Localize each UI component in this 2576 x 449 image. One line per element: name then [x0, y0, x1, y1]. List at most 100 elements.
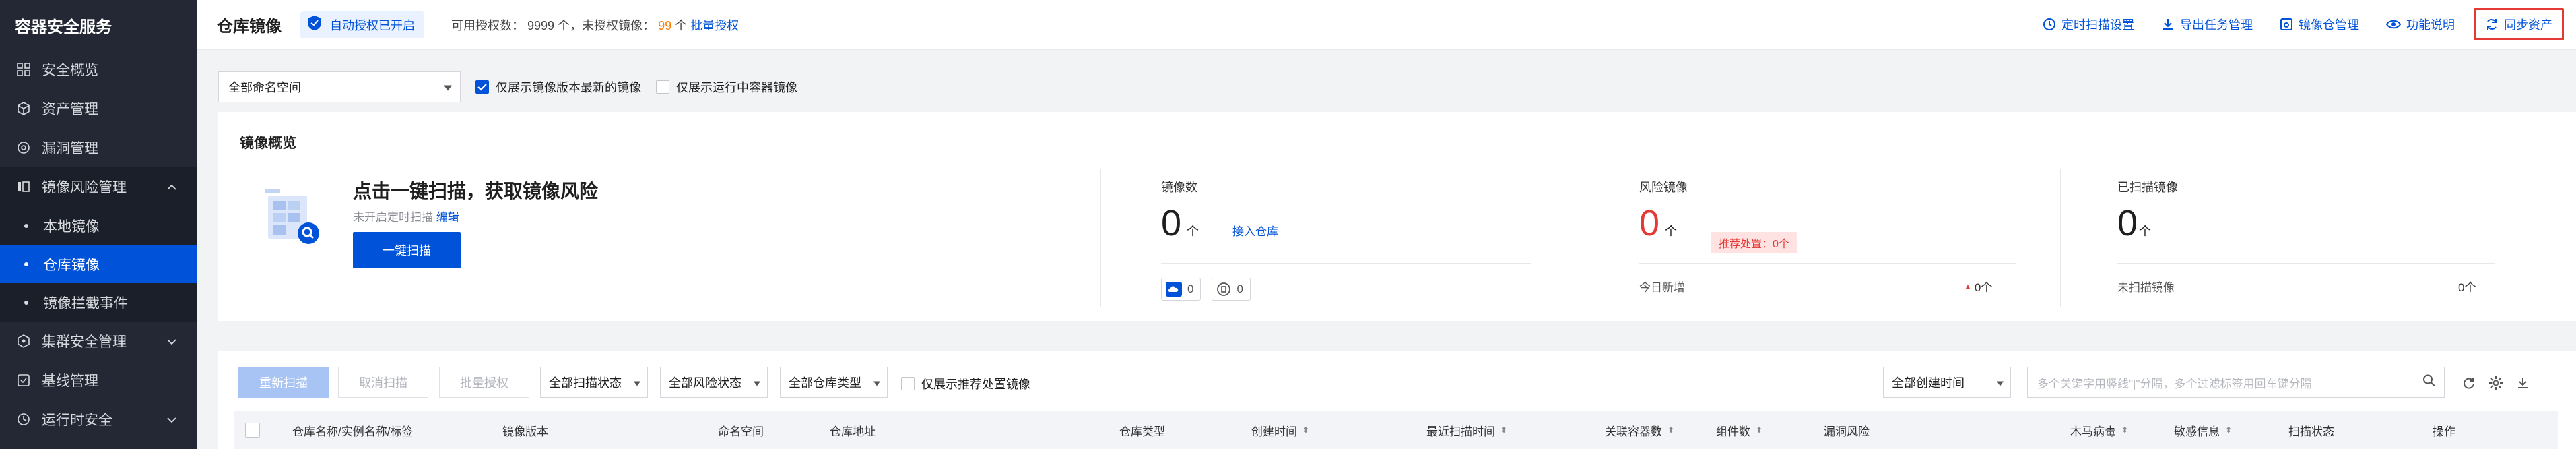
sidebar-item-label: 集群安全管理	[42, 334, 127, 350]
sync-icon	[2485, 18, 2499, 31]
caret-down-icon	[444, 80, 452, 94]
stat-unit: 个	[1187, 224, 1199, 238]
repo-chip: 0	[1161, 278, 1201, 301]
search-input[interactable]: 多个关键字用竖线"|"分隔，多个过滤标签用回车键分隔	[2027, 367, 2445, 398]
checkbox-unchecked-icon	[656, 80, 669, 94]
quota-value: 9999 个	[527, 18, 570, 32]
sidebar-subitem-intercept-events[interactable]: 镜像拦截事件	[0, 283, 197, 322]
download-icon	[2161, 18, 2175, 31]
settings-gear-icon[interactable]	[2488, 375, 2504, 391]
action-label: 导出任务管理	[2180, 18, 2253, 32]
edit-schedule-link[interactable]: 编辑	[436, 211, 459, 224]
feature-help-button[interactable]: 功能说明	[2386, 8, 2455, 40]
divider	[2060, 169, 2061, 307]
column-header-sortable[interactable]: 最近扫描时间 ⬍	[1426, 411, 1507, 449]
show-recommended-checkbox[interactable]: 仅展示推荐处置镜像	[901, 375, 1030, 392]
one-click-scan-button[interactable]: 一键扫描	[353, 232, 461, 268]
runtime-icon	[16, 412, 31, 427]
column-header-sortable[interactable]: 敏感信息 ⬍	[2174, 411, 2232, 449]
column-header-sortable[interactable]: 组件数 ⬍	[1716, 411, 1762, 449]
download-icon[interactable]	[2515, 375, 2531, 391]
filter-row: 全部命名空间 仅展示镜像版本最新的镜像 仅展示运行中容器镜像	[218, 71, 797, 102]
divider	[1639, 263, 2016, 264]
risk-foot-value: ▲ 0个	[1964, 278, 1992, 295]
sidebar-item-runtime[interactable]: 运行时安全	[0, 400, 197, 439]
sidebar-subitem-label: 镜像拦截事件	[43, 295, 128, 311]
sidebar-subitem-repo-images[interactable]: 仓库镜像	[0, 245, 197, 283]
column-header: 扫描状态	[2288, 425, 2334, 438]
registry-chip-value: 0	[1236, 282, 1243, 295]
sidebar-item-image-risk[interactable]: 镜像风险管理	[0, 167, 197, 206]
clock-icon	[2043, 18, 2056, 31]
scan-status-select[interactable]: 全部扫描状态	[540, 367, 648, 398]
column-header-sortable[interactable]: 关联容器数 ⬍	[1605, 411, 1674, 449]
sidebar-subitem-label: 本地镜像	[43, 218, 100, 235]
select-value: 全部扫描状态	[549, 376, 622, 390]
recommended-action-tag: 推荐处置：0个	[1711, 232, 1797, 253]
sidebar-item-overview[interactable]: 安全概览	[0, 50, 197, 89]
sidebar-item-label: 运行时安全	[42, 413, 112, 428]
refresh-icon[interactable]	[2461, 375, 2477, 391]
created-time-select[interactable]: 全部创建时间	[1883, 367, 2011, 398]
divider	[1161, 263, 1531, 264]
risk-image-stat: 风险镜像 0 个 推荐处置：0个	[1639, 178, 1797, 253]
rescan-button[interactable]: 重新扫描	[238, 367, 329, 398]
column-header: 仓库名称/实例名称/标签	[292, 425, 414, 438]
sidebar-item-vulns[interactable]: 漏洞管理	[0, 128, 197, 167]
scan-cta-title: 点击一键扫描，获取镜像风险	[353, 181, 599, 202]
caret-down-icon	[634, 376, 640, 390]
cancel-scan-button[interactable]: 取消扫描	[338, 367, 428, 398]
select-all-checkbox[interactable]	[245, 423, 260, 438]
action-label: 同步资产	[2504, 18, 2552, 32]
batch-auth-link[interactable]: 批量授权	[690, 19, 739, 32]
risk-status-select[interactable]: 全部风险状态	[660, 367, 768, 398]
column-header: 仓库地址	[830, 425, 876, 438]
batch-auth-button[interactable]: 批量授权	[439, 367, 529, 398]
show-running-checkbox[interactable]: 仅展示运行中容器镜像	[656, 78, 797, 96]
caret-down-icon	[1997, 376, 2004, 390]
divider	[1100, 169, 1101, 307]
stat-label: 镜像数	[1161, 181, 1197, 194]
sort-icon: ⬍	[1756, 425, 1763, 435]
sidebar-item-label: 安全概览	[42, 63, 98, 78]
unscanned-foot-label: 未扫描镜像	[2117, 281, 2175, 294]
action-label: 镜像仓管理	[2299, 18, 2359, 32]
sidebar-item-baseline[interactable]: 基线管理	[0, 361, 197, 400]
column-header: 漏洞风险	[1824, 425, 1870, 438]
sidebar-item-assets[interactable]: 资产管理	[0, 89, 197, 128]
sort-icon: ⬍	[1500, 425, 1508, 435]
unscanned-foot-value: 0个	[2458, 281, 2476, 294]
checkbox-label: 仅展示运行中容器镜像	[676, 81, 797, 94]
sync-assets-button[interactable]: 同步资产	[2474, 8, 2564, 40]
repo-manage-button[interactable]: 镜像仓管理	[2280, 8, 2359, 40]
namespace-select[interactable]: 全部命名空间	[218, 71, 461, 102]
show-latest-checkbox[interactable]: 仅展示镜像版本最新的镜像	[475, 78, 641, 96]
image-count-value: 0	[1161, 203, 1182, 243]
sidebar-item-cluster[interactable]: 集群安全管理	[0, 322, 197, 361]
column-header-sortable[interactable]: 木马病毒 ⬍	[2070, 411, 2128, 449]
export-tasks-button[interactable]: 导出任务管理	[2161, 8, 2253, 40]
bug-icon	[16, 140, 31, 155]
sidebar-subitem-local-images[interactable]: 本地镜像	[0, 206, 197, 245]
divider	[2117, 263, 2495, 264]
column-header-sortable[interactable]: 创建时间 ⬍	[1251, 411, 1309, 449]
cluster-icon	[16, 334, 31, 349]
select-value: 全部仓库类型	[789, 376, 861, 390]
auto-auth-badge: 自动授权已开启	[300, 11, 424, 38]
scan-cta-sub: 未开启定时扫描 编辑	[353, 208, 459, 224]
unauth-unit: 个	[675, 18, 688, 32]
scan-illustration-icon	[265, 182, 325, 247]
registry-chip: 0	[1212, 278, 1251, 301]
image-overview-card: 镜像概览 点击一键扫描，获取镜像风险 未开启定时扫描 编辑 一键扫描 镜像数 0…	[218, 112, 2576, 321]
sort-icon: ⬍	[2121, 425, 2129, 435]
cube-icon	[16, 101, 31, 116]
sort-icon: ⬍	[2225, 425, 2233, 435]
select-value: 全部创建时间	[1892, 376, 1964, 390]
scheduled-scan-button[interactable]: 定时扫描设置	[2043, 8, 2134, 40]
repo-type-select[interactable]: 全部仓库类型	[780, 367, 888, 398]
chevron-down-icon	[167, 333, 176, 349]
scanned-image-stat: 已扫描镜像 0 个	[2117, 178, 2178, 241]
sort-icon: ⬍	[1302, 425, 1310, 435]
connect-repo-link[interactable]: 接入仓库	[1232, 222, 1278, 239]
search-icon[interactable]	[2422, 374, 2436, 391]
